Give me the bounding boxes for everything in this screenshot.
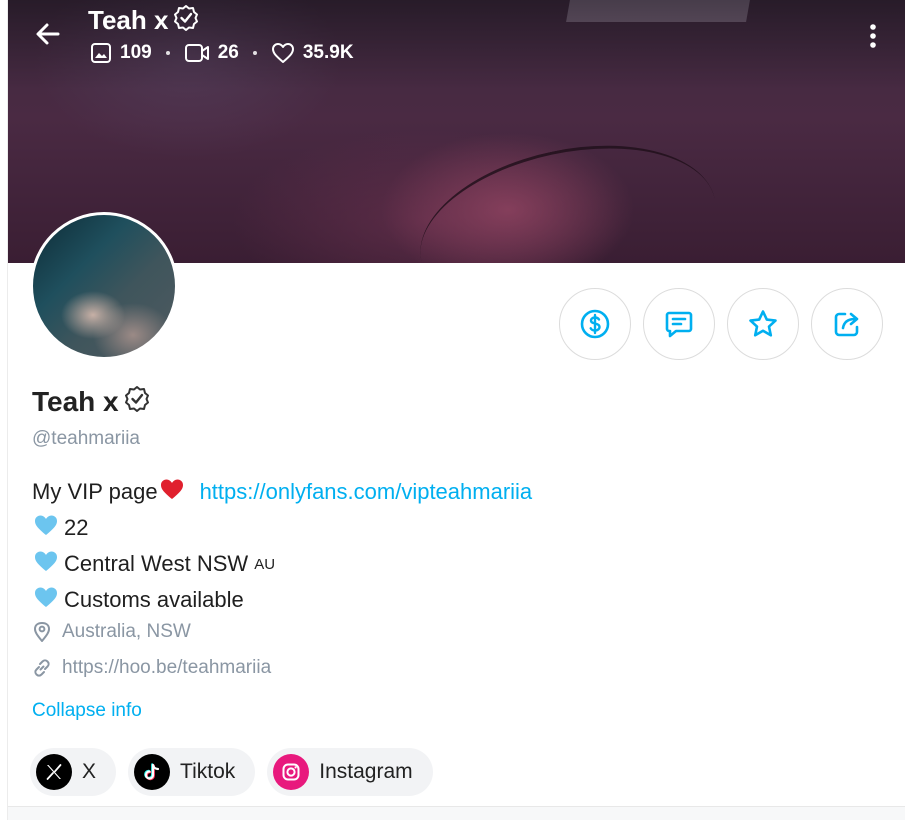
share-icon [834,312,859,337]
likes-stat: 35.9K [271,42,354,64]
social-tiktok-button[interactable]: Tiktok [128,748,256,796]
heart-icon [271,43,294,63]
bio-flag: AU [254,555,276,573]
social-x-button[interactable]: X [30,748,117,796]
share-button[interactable] [811,288,883,360]
image-icon [91,43,111,63]
location-text: Australia, NSW [62,621,191,642]
collapse-info-link[interactable]: Collapse info [32,700,142,722]
blue-heart-icon [32,513,60,543]
photos-stat: 109 [90,42,152,64]
instagram-icon [273,754,310,790]
social-instagram-button[interactable]: Instagram [267,748,433,796]
bio-age: 22 [64,515,89,540]
header-name-text: Teah x [88,5,169,35]
bio-line-region: Central West NSW AU [32,546,532,582]
message-button[interactable] [643,288,715,360]
profile-stats: 109 26 35.9K [90,42,354,64]
profile-page: Teah x 109 26 35.9K Teah x @teahmariia M… [7,0,905,820]
verified-icon [172,3,200,38]
bio-line-vip: My VIP page https://onlyfans.com/vipteah… [32,474,532,510]
location-pin-icon [34,622,50,642]
profile-name-text: Teah x [32,385,119,417]
blue-heart-icon [32,549,60,579]
tiktok-icon [134,754,171,790]
vip-page-link[interactable]: https://onlyfans.com/vipteahmariia [200,479,533,505]
message-icon [665,311,693,338]
website-link[interactable]: https://hoo.be/teahmariia [62,657,271,679]
bio: My VIP page https://onlyfans.com/vipteah… [32,474,532,618]
social-tiktok-label: Tiktok [180,760,236,783]
star-icon [749,310,777,337]
header-title: Teah x [88,3,200,38]
bio-customs: Customs available [64,587,244,612]
videos-count: 26 [217,42,239,63]
blue-heart-icon [32,585,60,615]
verified-icon [123,384,151,419]
bio-vip-text: My VIP page [32,479,158,504]
back-button[interactable] [32,18,64,50]
location-row: Australia, NSW [32,621,191,643]
more-vertical-icon [870,24,876,48]
back-arrow-icon [36,23,60,45]
bottom-strip [8,807,905,820]
photos-count: 109 [120,42,152,63]
x-icon [36,754,72,790]
video-icon [184,44,209,62]
social-instagram-label: Instagram [319,760,413,783]
website-row: https://hoo.be/teahmariia [32,657,271,679]
bio-line-age: 22 [32,510,532,546]
avatar[interactable] [30,212,178,360]
profile-name: Teah x [32,384,151,419]
likes-count: 35.9K [302,42,354,63]
tip-button[interactable] [559,288,631,360]
profile-handle: @teahmariia [32,428,140,449]
more-options-button[interactable] [861,22,885,50]
bio-line-customs: Customs available [32,582,532,618]
social-x-label: X [82,760,97,783]
red-heart-icon [158,477,186,507]
bio-region: Central West NSW [64,551,249,576]
favorite-button[interactable] [727,288,799,360]
profile-actions [559,288,895,360]
videos-stat: 26 [184,42,239,64]
social-links: X Tiktok Instagram [30,748,445,796]
dollar-icon [580,309,610,339]
link-icon [34,659,50,677]
